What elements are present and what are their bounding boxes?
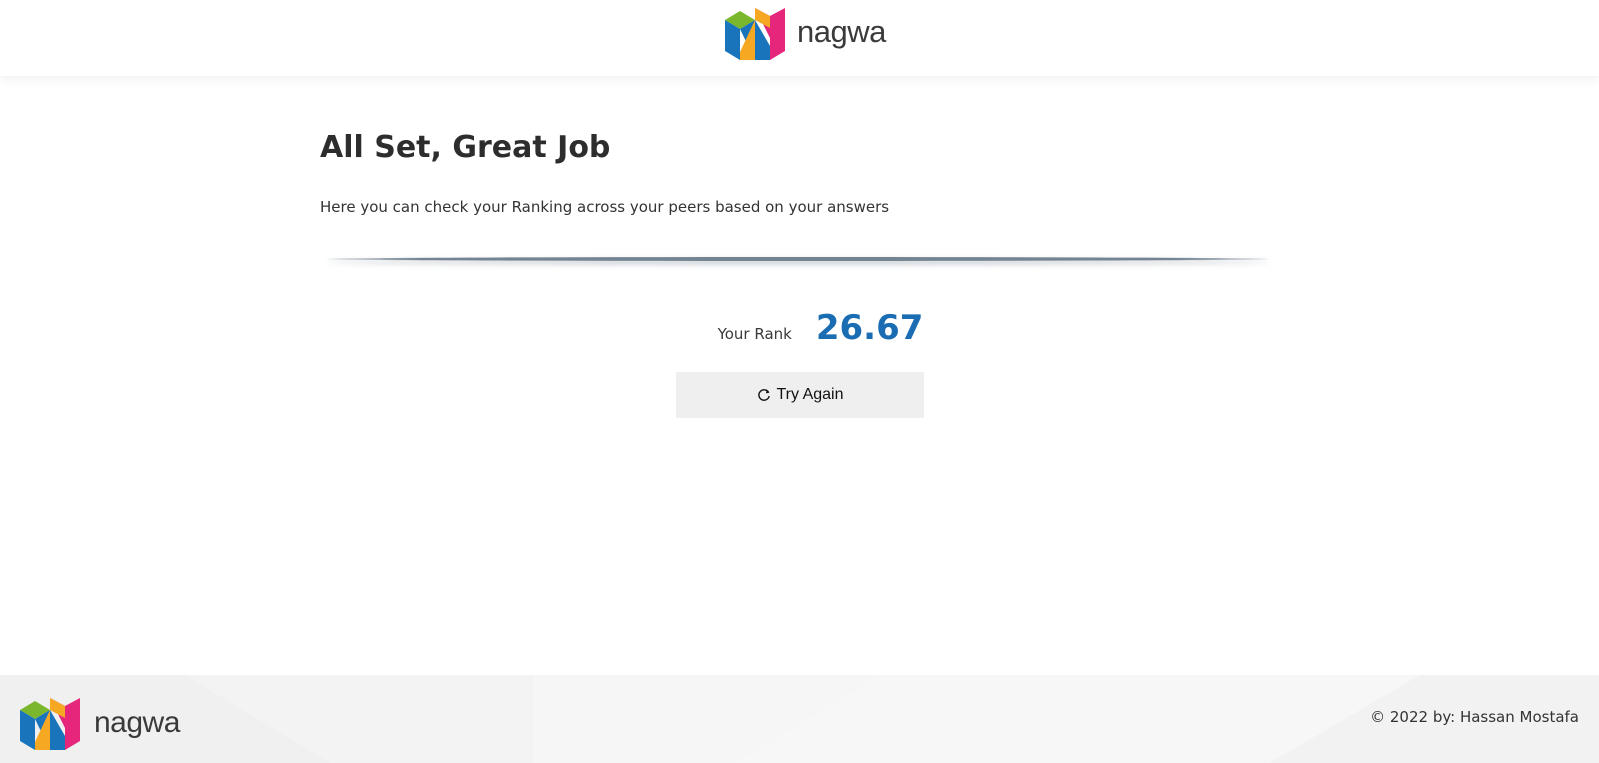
rank-display: Your Rank 26.67 — [0, 308, 1599, 348]
nagwa-logo-icon — [20, 698, 80, 750]
section-divider — [328, 257, 1268, 261]
footer-brand-wordmark: nagwa — [94, 706, 180, 739]
page-footer: nagwa © 2022 by: Hassan Mostafa — [0, 675, 1599, 763]
header-brand[interactable]: nagwa — [725, 8, 886, 60]
refresh-icon — [757, 389, 770, 401]
nagwa-logo-icon — [725, 8, 785, 60]
brand-wordmark: nagwa — [797, 14, 886, 49]
try-again-label: Try Again — [776, 386, 844, 403]
try-again-button[interactable]: Try Again — [676, 372, 924, 418]
copyright-text: © 2022 by: Hassan Mostafa — [1370, 708, 1579, 726]
page-title: All Set, Great Job — [320, 130, 611, 165]
rank-label: Your Rank — [717, 325, 792, 343]
page-subtitle: Here you can check your Ranking across y… — [320, 198, 890, 216]
footer-brand[interactable]: nagwa — [20, 698, 180, 750]
footer-background-pattern — [0, 675, 1599, 763]
top-header: nagwa — [0, 0, 1599, 76]
rank-value: 26.67 — [815, 308, 924, 348]
